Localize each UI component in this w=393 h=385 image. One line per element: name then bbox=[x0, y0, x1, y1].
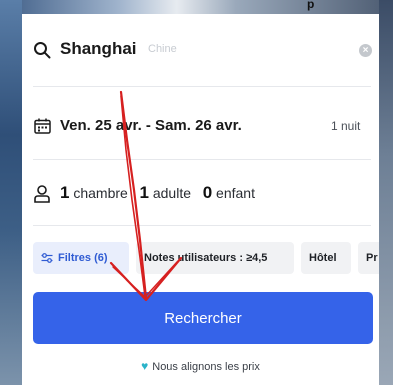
destination-city: Shanghai bbox=[60, 39, 137, 58]
date-range-field[interactable]: Ven. 25 avr. - Sam. 26 avr. 1 nuit bbox=[22, 111, 379, 141]
rooms-label: chambre bbox=[73, 185, 128, 201]
children-count: 0 bbox=[202, 183, 213, 202]
nights-count: 1 nuit bbox=[331, 119, 361, 133]
filters-chip[interactable]: Filtres (6) bbox=[33, 242, 129, 274]
destination-field[interactable]: Shanghai Chine × bbox=[22, 35, 379, 65]
search-card: Shanghai Chine × Ven. 25 avr. - Sam. 26 … bbox=[22, 15, 379, 385]
rating-chip[interactable]: Notes utilisateurs : ≥4,5 bbox=[136, 242, 294, 274]
guests-summary: 1 chambre 1 adulte 0 enfant bbox=[60, 183, 255, 203]
price-match-label: Nous alignons les prix bbox=[152, 361, 260, 373]
partial-chip[interactable]: Pr bbox=[358, 242, 379, 274]
hotel-chip-label: Hôtel bbox=[309, 252, 337, 264]
heart-icon: ♥ bbox=[141, 359, 149, 373]
adults-label: adulte bbox=[152, 185, 192, 201]
rooms-guests-field[interactable]: 1 chambre 1 adulte 0 enfant bbox=[22, 177, 379, 211]
person-icon bbox=[34, 185, 50, 203]
calendar-icon bbox=[34, 118, 51, 134]
background-photo-top bbox=[0, 0, 393, 14]
cropped-header-text: p bbox=[307, 0, 315, 11]
price-match-note: ♥ Nous alignons les prix bbox=[22, 359, 379, 373]
divider bbox=[33, 225, 371, 226]
partial-chip-label: Pr bbox=[366, 252, 378, 264]
rating-chip-label: Notes utilisateurs : ≥4,5 bbox=[144, 252, 268, 264]
background-photo-left bbox=[0, 0, 22, 385]
filter-chips-row: Filtres (6) Notes utilisateurs : ≥4,5 Hô… bbox=[33, 242, 379, 274]
background-photo-right bbox=[379, 0, 393, 385]
date-range: Ven. 25 avr. - Sam. 26 avr. bbox=[60, 117, 242, 134]
filters-chip-label: Filtres (6) bbox=[58, 252, 108, 264]
search-button[interactable]: Rechercher bbox=[33, 292, 373, 344]
rooms-count: 1 bbox=[60, 183, 70, 202]
destination-country: Chine bbox=[148, 43, 177, 55]
divider bbox=[33, 86, 371, 87]
sliders-icon bbox=[41, 253, 53, 263]
children-label: enfant bbox=[216, 185, 255, 201]
search-icon bbox=[34, 42, 51, 59]
adults-count: 1 bbox=[139, 183, 149, 202]
divider bbox=[33, 159, 371, 160]
hotel-chip[interactable]: Hôtel bbox=[301, 242, 351, 274]
close-circle-icon[interactable]: × bbox=[359, 44, 372, 57]
